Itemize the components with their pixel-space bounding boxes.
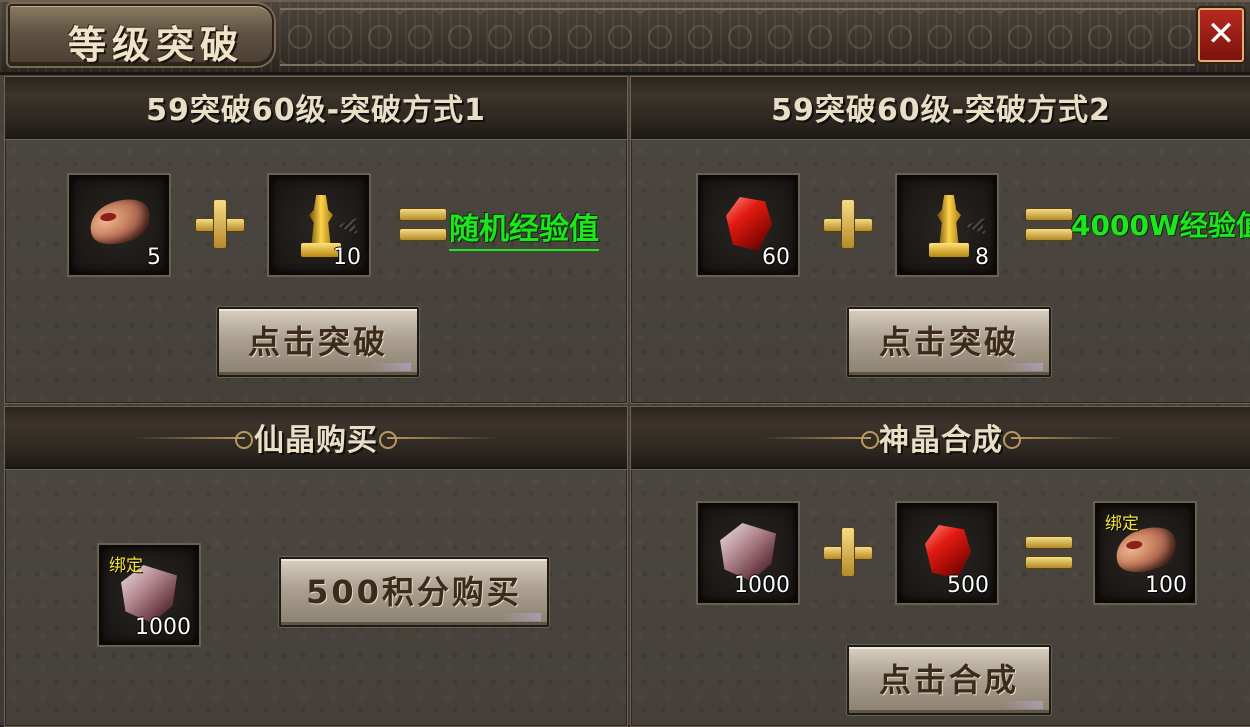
method2-header: 59突破60级-突破方式2 xyxy=(631,77,1250,139)
bind-label: 绑定 xyxy=(109,556,143,576)
purchase-item-crystal-slot[interactable]: 绑定 1000 xyxy=(99,545,199,645)
synthesis-title: 神晶合成 xyxy=(879,423,1003,458)
item-count: 8 xyxy=(975,245,989,270)
ore-stone-icon xyxy=(83,190,157,254)
button-label: 500积分购买 xyxy=(306,573,522,611)
method2-result-text: 4000W经验值 xyxy=(1071,209,1250,242)
equals-icon xyxy=(1025,208,1073,242)
method1-title: 59突破60级-突破方式1 xyxy=(146,93,486,128)
method1-header: 59突破60级-突破方式1 xyxy=(5,77,627,139)
method1-item-statue-slot[interactable]: 10 xyxy=(269,175,369,275)
item-count: 5 xyxy=(147,245,161,270)
synthesis-header: 神晶合成 xyxy=(631,407,1250,469)
header-scroll-right xyxy=(1003,431,1121,449)
equals-icon xyxy=(399,208,447,242)
method1-result-link[interactable]: 随机经验值 xyxy=(449,204,599,251)
method2-item-statue-slot[interactable]: 8 xyxy=(897,175,997,275)
item-count: 10 xyxy=(333,245,361,270)
button-label: 点击突破 xyxy=(878,323,1019,361)
plus-icon xyxy=(823,199,873,249)
title-ornament xyxy=(280,8,1195,66)
equals-icon xyxy=(1025,536,1073,570)
method1-panel: 59突破60级-突破方式1 5 10 随机经验值 点击突破 xyxy=(4,76,628,404)
purchase-header: 仙晶购买 xyxy=(5,407,627,469)
purchase-title: 仙晶购买 xyxy=(254,423,378,458)
window-title: 等级突破 xyxy=(68,22,245,67)
method2-title: 59突破60级-突破方式2 xyxy=(771,93,1111,128)
item-count: 1000 xyxy=(135,615,191,640)
synthesis-button[interactable]: 点击合成 xyxy=(847,645,1051,715)
plus-icon xyxy=(195,199,245,249)
synthesis-panel: 神晶合成 1000 500 绑定 100 点击合成 xyxy=(630,406,1250,727)
item-count: 1000 xyxy=(734,573,790,598)
dialog-window: 等级突破 ✕ 59突破60级-突破方式1 5 10 随机经验值 点击突破 59突 xyxy=(0,0,1250,727)
header-scroll-left xyxy=(135,431,253,449)
close-button[interactable]: ✕ xyxy=(1198,8,1244,62)
item-count: 500 xyxy=(947,573,989,598)
method1-breakthrough-button[interactable]: 点击突破 xyxy=(217,307,419,377)
header-scroll-right xyxy=(379,431,497,449)
synthesis-result-slot[interactable]: 绑定 100 xyxy=(1095,503,1195,603)
title-bar: 等级突破 ✕ xyxy=(0,0,1250,75)
method2-breakthrough-button[interactable]: 点击突破 xyxy=(847,307,1051,377)
ruby-gem-icon xyxy=(925,525,971,579)
button-label: 点击突破 xyxy=(247,323,388,361)
purchase-button[interactable]: 500积分购买 xyxy=(279,557,549,627)
header-scroll-left xyxy=(761,431,879,449)
button-label: 点击合成 xyxy=(878,661,1019,699)
ruby-gem-icon xyxy=(726,197,772,251)
purchase-panel: 仙晶购买 绑定 1000 500积分购买 xyxy=(4,406,628,727)
gold-statue-icon xyxy=(923,191,987,257)
title-plate: 等级突破 xyxy=(8,4,274,67)
method1-item-ore-slot[interactable]: 5 xyxy=(69,175,169,275)
plus-icon xyxy=(823,527,873,577)
item-count: 100 xyxy=(1145,573,1187,598)
bind-label: 绑定 xyxy=(1105,514,1139,534)
synthesis-item-ruby-slot[interactable]: 500 xyxy=(897,503,997,603)
method2-panel: 59突破60级-突破方式2 60 8 4000W经验值 点击突破 xyxy=(630,76,1250,404)
method2-item-ruby-slot[interactable]: 60 xyxy=(698,175,798,275)
item-count: 60 xyxy=(762,245,790,270)
synthesis-item-crystal-slot[interactable]: 1000 xyxy=(698,503,798,603)
